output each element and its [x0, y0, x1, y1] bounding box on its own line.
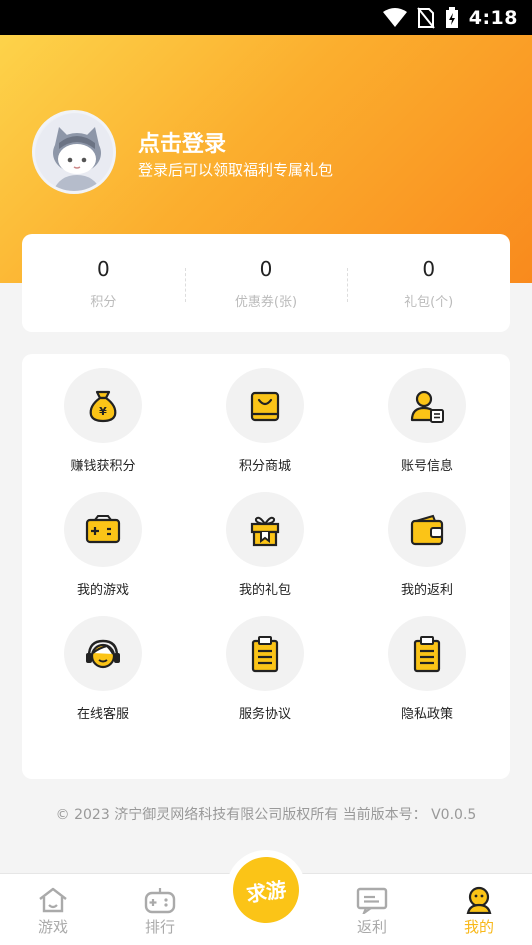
menu-label: 隐私政策 [400, 707, 453, 722]
menu-label: 账号信息 [400, 459, 453, 474]
tab-label: 我的 [463, 918, 494, 936]
tab-mine[interactable]: 我的 [439, 886, 519, 937]
wifi-icon [382, 7, 407, 27]
center-action-button[interactable]: 求游 [226, 850, 306, 930]
menu-icon-bg: ¥ [64, 368, 142, 443]
money-bag-icon: ¥ [89, 390, 117, 422]
menu-label: 在线客服 [76, 707, 129, 722]
menu-label: 赚钱获积分 [70, 459, 136, 474]
menu-account-info[interactable]: 账号信息 [346, 354, 508, 474]
wallet-icon [410, 514, 444, 545]
clipboard-icon [251, 635, 279, 672]
home-icon [39, 887, 67, 913]
menu-my-gifts[interactable]: 我的礼包 [184, 478, 346, 598]
menu-label: 积分商城 [238, 459, 291, 474]
gamepad-icon [144, 888, 176, 914]
stats-card: 0 积分 0 优惠券(张) 0 礼包(个) [22, 234, 510, 332]
status-time: 4:18 [468, 6, 518, 29]
stat-label: 优惠券(张) [234, 294, 298, 310]
gift-icon [250, 516, 280, 546]
svg-text:¥: ¥ [99, 405, 107, 418]
gamepad-icon [85, 514, 121, 543]
stat-label: 礼包(个) [404, 294, 454, 310]
login-title[interactable]: 点击登录 [138, 126, 226, 158]
battery-charging-icon [445, 6, 458, 28]
account-info-icon [410, 390, 444, 423]
clipboard-icon [413, 635, 441, 672]
headset-icon [86, 639, 120, 668]
menu-points-mall[interactable]: 积分商城 [184, 354, 346, 474]
no-sim-icon [416, 6, 435, 29]
user-icon [466, 886, 492, 914]
tab-label: 排行 [144, 918, 175, 936]
stat-points[interactable]: 0 积分 [22, 234, 185, 332]
menu-icon-bg [64, 492, 142, 567]
menu-my-games[interactable]: 我的游戏 [22, 478, 184, 598]
tab-label: 返利 [356, 918, 387, 936]
menu-earn-points[interactable]: ¥ 赚钱获积分 [22, 354, 184, 474]
menu-label: 我的游戏 [76, 583, 129, 598]
menu-label: 我的返利 [400, 583, 453, 598]
menu-icon-bg [388, 492, 466, 567]
menu-online-service[interactable]: 在线客服 [22, 602, 184, 722]
shopping-bag-icon [250, 391, 280, 421]
status-bar: 4:18 [0, 0, 532, 35]
menu-icon-bg [64, 616, 142, 691]
avatar[interactable] [32, 110, 116, 194]
menu-my-rebate[interactable]: 我的返利 [346, 478, 508, 598]
tab-rebate[interactable]: 返利 [332, 886, 412, 937]
center-action-label: 求游 [228, 852, 304, 928]
menu-icon-bg [226, 492, 304, 567]
menu-grid: ¥ 赚钱获积分 积分商城 账号信息 我的游戏 我的礼包 我的返利 在线客服 服务… [22, 354, 510, 779]
menu-icon-bg [388, 616, 466, 691]
stat-gifts[interactable]: 0 礼包(个) [347, 234, 510, 332]
menu-label: 服务协议 [238, 707, 291, 722]
stat-coupons[interactable]: 0 优惠券(张) [184, 234, 348, 332]
stat-value: 0 [422, 256, 436, 281]
stat-value: 0 [96, 256, 110, 281]
login-subtitle: 登录后可以领取福利专属礼包 [138, 161, 334, 179]
message-icon [356, 887, 388, 914]
stat-label: 积分 [90, 294, 117, 310]
menu-icon-bg [226, 616, 304, 691]
app-screen: 4:18 点击登录 登录后可以领取福利专属礼包 0 积分 0 优惠券(张) 0 … [0, 0, 532, 945]
tab-label: 游戏 [37, 918, 68, 936]
menu-icon-bg [388, 368, 466, 443]
tab-ranking[interactable]: 排行 [120, 886, 200, 937]
tab-games[interactable]: 游戏 [13, 886, 93, 937]
menu-service-agreement[interactable]: 服务协议 [184, 602, 346, 722]
stat-value: 0 [259, 256, 273, 281]
menu-label: 我的礼包 [238, 583, 291, 598]
menu-privacy-policy[interactable]: 隐私政策 [346, 602, 508, 722]
menu-icon-bg [226, 368, 304, 443]
copyright-footer: © 2023 济宁御灵网络科技有限公司版权所有 当前版本号： V0.0.5 [55, 807, 477, 823]
